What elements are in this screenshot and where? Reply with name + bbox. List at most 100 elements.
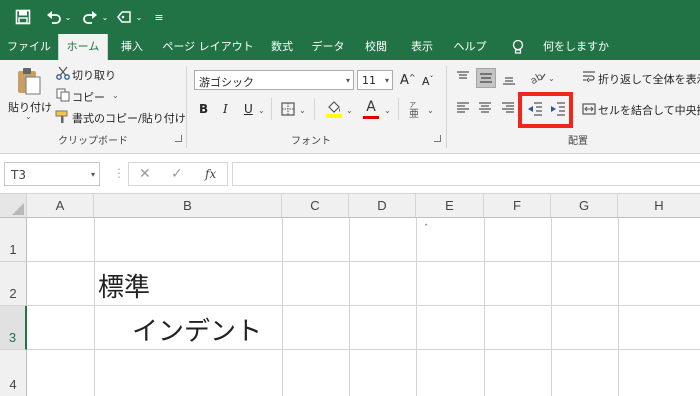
- cut-button[interactable]: 切り取り: [72, 67, 116, 83]
- align-middle-button[interactable]: [476, 68, 496, 88]
- ribbon-tabs: ファイル ホーム 挿入 ページ レイアウト 数式 データ 校閲 表示 ヘルプ 何…: [0, 34, 700, 60]
- cursor-mark-icon: ˆ: [424, 224, 429, 234]
- align-middle-icon: [480, 73, 492, 83]
- font-color-bar: [363, 116, 379, 119]
- phonetic-dropdown-icon[interactable]: ⌄: [427, 106, 434, 115]
- tab-data[interactable]: データ: [306, 34, 350, 60]
- tab-page-layout[interactable]: ページ レイアウト: [158, 34, 258, 60]
- format-painter-icon: [55, 110, 71, 124]
- column-header-c[interactable]: C: [282, 194, 349, 218]
- merge-center-icon: [582, 102, 596, 116]
- wrap-text-button[interactable]: 折り返して全体を表示: [598, 71, 700, 87]
- merge-center-button[interactable]: セルを結合して中央揃: [598, 102, 700, 118]
- name-box[interactable]: T3 ▾: [4, 162, 100, 186]
- enter-icon[interactable]: ✓: [171, 166, 183, 182]
- align-bottom-icon[interactable]: [502, 71, 516, 85]
- orientation-dropdown-icon[interactable]: ⌄: [548, 74, 555, 83]
- row-header-3[interactable]: 3: [0, 306, 27, 350]
- row-header-4[interactable]: 4: [0, 350, 27, 396]
- align-left-icon[interactable]: [456, 101, 470, 115]
- borders-dropdown-icon[interactable]: ⌄: [299, 106, 306, 115]
- save-icon[interactable]: [12, 0, 34, 34]
- undo-dropdown-icon[interactable]: ⌄: [63, 0, 73, 34]
- clipboard-group-label: クリップボード: [58, 136, 128, 147]
- gridline: [416, 218, 417, 396]
- customize-toolbar-icon[interactable]: ≡: [152, 0, 166, 34]
- column-header-e[interactable]: E: [416, 194, 484, 218]
- font-group-label: フォント: [291, 136, 331, 147]
- font-separator: [271, 98, 272, 120]
- gridline: [94, 218, 95, 396]
- font-color-dropdown-icon[interactable]: ⌄: [384, 106, 391, 115]
- column-header-g[interactable]: G: [551, 194, 618, 218]
- shrink-font-letter: A: [422, 75, 430, 88]
- group-separator: [186, 66, 187, 148]
- touch-dropdown-icon[interactable]: ⌄: [134, 0, 144, 34]
- group-separator: [446, 66, 447, 148]
- gridline: [27, 261, 700, 262]
- column-header-b[interactable]: B: [94, 194, 282, 218]
- insert-function-icon[interactable]: fx: [205, 167, 216, 181]
- undo-icon[interactable]: [44, 0, 64, 34]
- column-header-f[interactable]: F: [484, 194, 551, 218]
- tab-file[interactable]: ファイル: [4, 34, 54, 60]
- row-header-1[interactable]: 1: [0, 218, 27, 262]
- formula-input[interactable]: [232, 162, 700, 186]
- tab-formulas[interactable]: 数式: [262, 34, 302, 60]
- decrease-indent-icon[interactable]: [527, 101, 543, 117]
- cell-b3[interactable]: インデント: [132, 311, 262, 348]
- cancel-icon[interactable]: ✕: [139, 166, 151, 182]
- tab-review[interactable]: 校閲: [356, 34, 396, 60]
- phonetic-icon[interactable]: ア亜: [407, 100, 423, 118]
- font-name-dropdown-icon[interactable]: ▾: [346, 76, 350, 85]
- copy-dropdown-icon[interactable]: ⌄: [112, 91, 119, 100]
- underline-dropdown-icon[interactable]: ⌄: [258, 106, 265, 115]
- font-size-dropdown-icon[interactable]: ▾: [385, 76, 389, 85]
- font-separator: [398, 98, 399, 120]
- font-color-button[interactable]: A: [363, 99, 379, 119]
- copy-button[interactable]: コピー: [72, 89, 105, 105]
- tab-view[interactable]: 表示: [402, 34, 442, 60]
- paste-dropdown-icon[interactable]: ⌄: [25, 112, 32, 121]
- svg-text:ア: ア: [409, 101, 416, 109]
- redo-dropdown-icon[interactable]: ⌄: [100, 0, 110, 34]
- tab-home[interactable]: ホーム: [58, 34, 108, 60]
- borders-icon[interactable]: [281, 102, 295, 116]
- gridline: [618, 218, 619, 396]
- fill-color-icon[interactable]: [325, 100, 343, 118]
- underline-button[interactable]: U: [244, 102, 253, 116]
- tell-me-search[interactable]: 何をしますか: [536, 34, 616, 60]
- font-size-box[interactable]: 11 ▾: [357, 70, 393, 90]
- touch-mode-icon[interactable]: [114, 0, 134, 34]
- italic-button[interactable]: I: [223, 102, 228, 116]
- align-top-icon[interactable]: [456, 71, 470, 85]
- orientation-icon[interactable]: ab: [530, 70, 546, 84]
- font-name-box[interactable]: 游ゴシック ▾: [194, 70, 354, 90]
- row-header-2[interactable]: 2: [0, 262, 27, 306]
- format-painter-button[interactable]: 書式のコピー/貼り付け: [72, 110, 186, 126]
- select-all-corner[interactable]: [0, 194, 27, 218]
- bold-button[interactable]: B: [199, 102, 208, 116]
- grow-arrow-icon: ^: [408, 73, 416, 82]
- paste-icon[interactable]: [16, 67, 42, 95]
- gridline: [282, 218, 283, 396]
- tab-help[interactable]: ヘルプ: [448, 34, 492, 60]
- grow-font-button[interactable]: A^: [400, 73, 416, 88]
- copy-icon: [56, 88, 70, 102]
- redo-icon[interactable]: [80, 0, 100, 34]
- drag-handle-icon[interactable]: ⋮: [113, 166, 125, 180]
- align-right-icon[interactable]: [501, 101, 515, 115]
- column-header-h[interactable]: H: [618, 194, 700, 218]
- name-box-dropdown-icon[interactable]: ▾: [91, 170, 95, 179]
- column-header-a[interactable]: A: [27, 194, 94, 218]
- column-header-d[interactable]: D: [349, 194, 416, 218]
- font-size-value: 11: [362, 74, 376, 87]
- tab-insert[interactable]: 挿入: [112, 34, 152, 60]
- align-center-icon[interactable]: [478, 101, 492, 115]
- cell-b2[interactable]: 標準: [98, 267, 150, 304]
- fill-color-dropdown-icon[interactable]: ⌄: [346, 106, 353, 115]
- clipboard-launcher-icon[interactable]: [175, 135, 182, 142]
- font-launcher-icon[interactable]: [434, 135, 441, 142]
- increase-indent-icon[interactable]: [550, 101, 566, 117]
- shrink-font-button[interactable]: Aˇ: [422, 75, 434, 88]
